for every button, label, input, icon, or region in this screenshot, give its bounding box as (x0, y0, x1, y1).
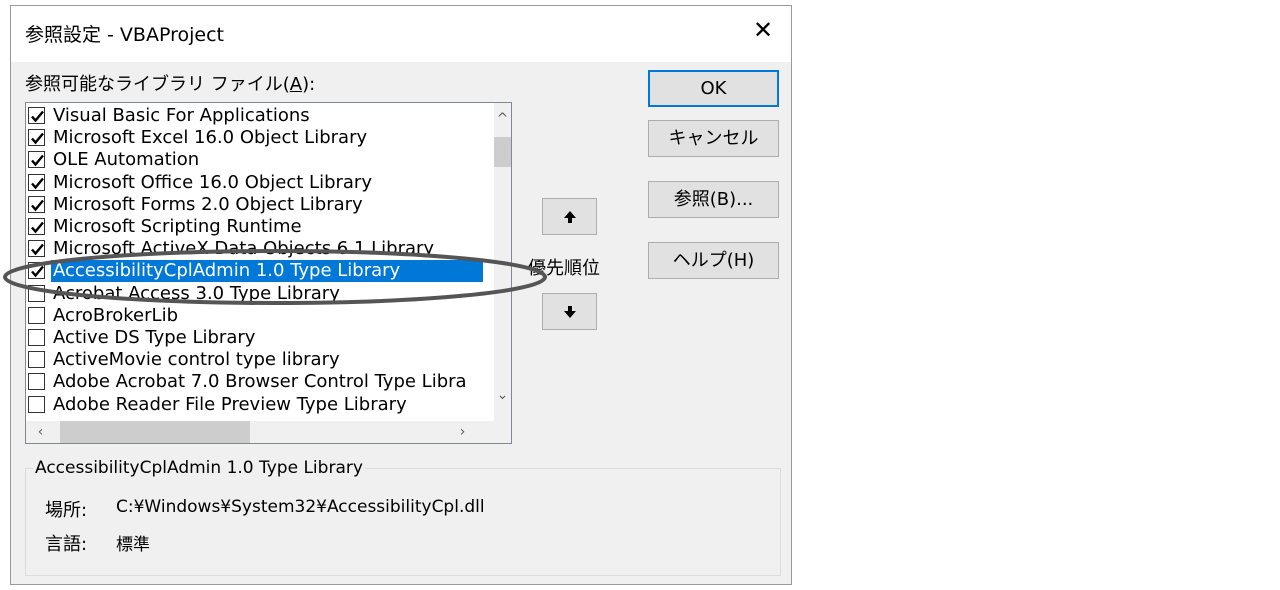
selected-reference-name: AccessibilityCplAdmin 1.0 Type Library (33, 458, 365, 478)
scroll-left-icon[interactable]: ‹ (32, 424, 49, 441)
vertical-scroll-thumb[interactable] (494, 137, 511, 167)
vertical-scrollbar[interactable]: ^ ⌄ (494, 103, 511, 421)
cancel-button[interactable]: キャンセル (648, 120, 779, 157)
language-value: 標準 (116, 535, 150, 555)
scroll-right-icon[interactable]: › (454, 424, 471, 441)
reference-list-item[interactable]: Microsoft Scripting Runtime (28, 216, 488, 238)
location-value: C:¥Windows¥System32¥AccessibilityCpl.dll (116, 497, 485, 517)
unchecked-checkbox[interactable] (28, 351, 45, 369)
language-label: 言語: (45, 534, 88, 555)
help-button[interactable]: ヘルプ(H) (648, 242, 779, 279)
unchecked-checkbox[interactable] (28, 306, 45, 324)
reference-name: Visual Basic For Applications (53, 105, 310, 126)
reference-name: AcroBrokerLib (53, 304, 178, 326)
reference-list-item[interactable]: Acrobat Access 3.0 Type Library (28, 283, 488, 305)
checked-checkbox[interactable] (28, 240, 45, 258)
reference-list-item[interactable]: Visual Basic For Applications (28, 105, 488, 127)
ok-button[interactable]: OK (648, 70, 779, 107)
scroll-up-icon[interactable]: ^ (494, 111, 511, 128)
priority-label: 優先順位 (528, 258, 600, 279)
references-dialog: 参照設定 - VBAProject ✕ 参照可能なライブラリ ファイル(A): … (10, 5, 792, 585)
reference-name: Microsoft ActiveX Data Objects 6.1 Libra… (53, 238, 435, 260)
reference-list-item[interactable]: Microsoft ActiveX Data Objects 6.1 Libra… (28, 238, 488, 260)
horizontal-scroll-thumb[interactable] (60, 421, 250, 443)
title-bar: 参照設定 - VBAProject ✕ (11, 6, 791, 62)
reference-list-item[interactable]: ActiveMovie control type library (28, 349, 488, 371)
reference-name: Adobe Reader File Preview Type Library (53, 393, 407, 415)
arrow-up-icon (563, 211, 576, 223)
reference-list-item[interactable]: Microsoft Forms 2.0 Object Library (28, 194, 488, 216)
checkmark-icon (31, 155, 44, 167)
reference-name: Active DS Type Library (53, 327, 256, 348)
checkmark-icon (31, 243, 44, 256)
reference-list-item[interactable]: Microsoft Excel 16.0 Object Library (28, 127, 488, 149)
reference-name: Microsoft Excel 16.0 Object Library (53, 127, 368, 149)
window-title: 参照設定 - VBAProject (25, 24, 224, 46)
checkmark-icon (31, 110, 44, 123)
reference-name: Adobe Acrobat 7.0 Browser Control Type L… (53, 371, 467, 393)
checked-checkbox[interactable] (28, 129, 45, 147)
checked-checkbox[interactable] (28, 173, 45, 191)
reference-name: Microsoft Scripting Runtime (53, 216, 302, 237)
checked-checkbox[interactable] (28, 195, 45, 213)
close-icon[interactable]: ✕ (749, 16, 777, 44)
references-list-items: Visual Basic For Applications Microsoft E… (26, 103, 494, 421)
checked-checkbox[interactable] (28, 218, 45, 235)
unchecked-checkbox[interactable] (28, 395, 45, 413)
unchecked-checkbox[interactable] (28, 373, 45, 391)
reference-list-item[interactable]: Microsoft Office 16.0 Object Library (28, 172, 488, 194)
checked-checkbox[interactable] (28, 151, 45, 169)
checked-checkbox[interactable] (28, 107, 45, 124)
checkmark-icon (31, 266, 44, 278)
scroll-down-icon[interactable]: ⌄ (494, 387, 511, 404)
reference-name: AccessibilityCplAdmin 1.0 Type Library (51, 260, 483, 283)
browse-button[interactable]: 参照(B)... (648, 181, 779, 218)
unchecked-checkbox[interactable] (28, 284, 45, 302)
unchecked-checkbox[interactable] (28, 329, 45, 346)
reference-list-item[interactable]: Adobe Reader File Preview Type Library (28, 394, 488, 416)
scrollbar-corner (494, 421, 511, 443)
reference-list-item[interactable]: OLE Automation (28, 149, 488, 171)
reference-name: Microsoft Office 16.0 Object Library (53, 171, 372, 193)
checked-checkbox[interactable] (28, 262, 45, 280)
reference-list-item[interactable]: Active DS Type Library (28, 327, 488, 349)
available-references-label: 参照可能なライブラリ ファイル(A): (25, 74, 316, 95)
move-down-button[interactable] (542, 293, 597, 330)
reference-info-group (25, 468, 781, 576)
reference-list-item[interactable]: Adobe Acrobat 7.0 Browser Control Type L… (28, 371, 488, 393)
checkmark-icon (31, 177, 44, 189)
checkmark-icon (31, 221, 44, 234)
reference-name: OLE Automation (53, 149, 200, 171)
checkmark-icon (31, 199, 44, 212)
location-label: 場所: (45, 500, 88, 521)
checkmark-icon (31, 132, 44, 145)
references-listbox[interactable]: Visual Basic For Applications Microsoft E… (25, 102, 512, 444)
reference-name: Acrobat Access 3.0 Type Library (53, 282, 340, 304)
arrow-down-icon (563, 306, 576, 318)
reference-name: ActiveMovie control type library (53, 349, 340, 371)
move-up-button[interactable] (542, 198, 597, 235)
horizontal-scrollbar[interactable]: ‹ › (26, 421, 494, 443)
reference-list-item[interactable]: AcroBrokerLib (28, 305, 488, 327)
reference-name: Microsoft Forms 2.0 Object Library (53, 193, 363, 215)
reference-list-item[interactable]: AccessibilityCplAdmin 1.0 Type Library (28, 260, 488, 283)
